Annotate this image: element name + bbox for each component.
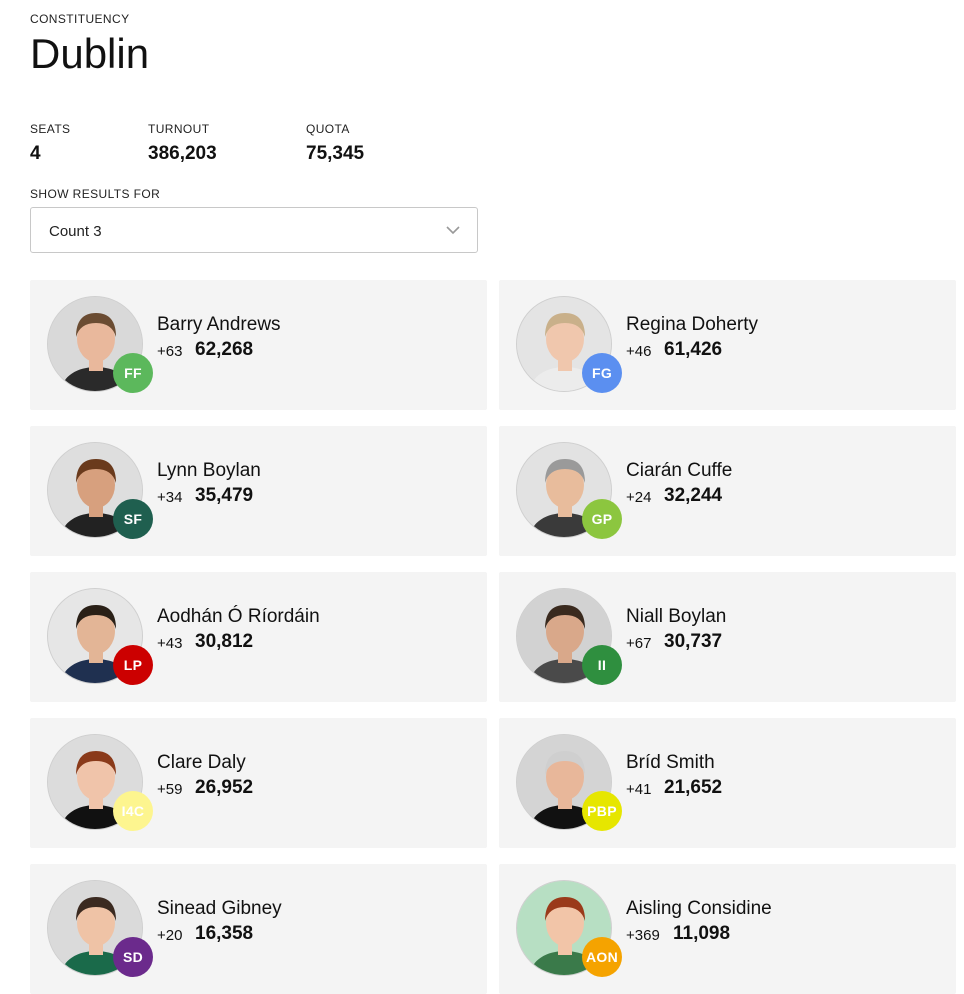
candidate-card[interactable]: PBP Bríd Smith +41 21,652 xyxy=(499,718,956,848)
count-select-value: Count 3 xyxy=(49,223,102,240)
stat-value: 75,345 xyxy=(306,143,365,164)
vote-total: 30,812 xyxy=(195,631,254,652)
candidate-card[interactable]: SF Lynn Boylan +34 35,479 xyxy=(30,426,487,556)
vote-change: +46 xyxy=(626,343,652,360)
stat-label: TURNOUT xyxy=(148,122,210,136)
candidate-name: Clare Daly xyxy=(157,752,246,773)
candidate-name: Bríd Smith xyxy=(626,752,715,773)
stat-label: QUOTA xyxy=(306,122,350,136)
vote-change: +67 xyxy=(626,635,652,652)
vote-total: 11,098 xyxy=(673,923,731,944)
candidate-name: Regina Doherty xyxy=(626,314,759,335)
candidate-name: Niall Boylan xyxy=(626,606,727,627)
vote-change: +59 xyxy=(157,781,183,798)
vote-change: +43 xyxy=(157,635,183,652)
vote-total: 61,426 xyxy=(664,339,723,360)
candidate-card[interactable]: II Niall Boylan +67 30,737 xyxy=(499,572,956,702)
vote-total: 62,268 xyxy=(195,339,254,360)
chevron-down-icon xyxy=(445,222,461,238)
stat-value: 4 xyxy=(30,143,41,164)
candidate-card[interactable]: AON Aisling Considine +369 11,098 xyxy=(499,864,956,994)
party-badge: AON xyxy=(582,937,622,977)
vote-change: +20 xyxy=(157,927,183,944)
candidate-name: Barry Andrews xyxy=(157,314,281,335)
candidate-card[interactable]: LP Aodhán Ó Ríordáin +43 30,812 xyxy=(30,572,487,702)
candidate-card[interactable]: FG Regina Doherty +46 61,426 xyxy=(499,280,956,410)
vote-total: 21,652 xyxy=(664,777,723,798)
party-badge: SF xyxy=(113,499,153,539)
party-badge: I4C xyxy=(113,791,153,831)
stat-label: SEATS xyxy=(30,122,71,136)
candidate-card[interactable]: I4C Clare Daly +59 26,952 xyxy=(30,718,487,848)
candidate-name: Sinead Gibney xyxy=(157,898,282,919)
party-badge: SD xyxy=(113,937,153,977)
count-select[interactable]: Count 3 xyxy=(30,207,478,253)
stat-value: 386,203 xyxy=(148,143,217,164)
party-badge: FG xyxy=(582,353,622,393)
party-badge: II xyxy=(582,645,622,685)
constituency-header: CONSTITUENCY Dublin xyxy=(30,12,149,78)
stat-quota: QUOTA 75,345 xyxy=(306,122,364,165)
vote-change: +41 xyxy=(626,781,652,798)
vote-total: 35,479 xyxy=(195,485,254,506)
vote-change: +34 xyxy=(157,489,183,506)
party-badge: GP xyxy=(582,499,622,539)
candidate-name: Aodhán Ó Ríordáin xyxy=(157,606,320,627)
candidate-card[interactable]: SD Sinead Gibney +20 16,358 xyxy=(30,864,487,994)
candidate-card[interactable]: FF Barry Andrews +63 62,268 xyxy=(30,280,487,410)
candidate-card[interactable]: GP Ciarán Cuffe +24 32,244 xyxy=(499,426,956,556)
party-badge: FF xyxy=(113,353,153,393)
candidate-name: Lynn Boylan xyxy=(157,460,261,481)
candidate-name: Aisling Considine xyxy=(626,898,772,919)
vote-total: 32,244 xyxy=(664,485,723,506)
vote-total: 30,737 xyxy=(664,631,723,652)
party-badge: PBP xyxy=(582,791,622,831)
vote-change: +24 xyxy=(626,489,652,506)
results-selector-label: SHOW RESULTS FOR xyxy=(30,187,161,201)
vote-total: 16,358 xyxy=(195,923,254,944)
vote-total: 26,952 xyxy=(195,777,254,798)
constituency-title: Dublin xyxy=(30,30,150,77)
stat-turnout: TURNOUT 386,203 xyxy=(148,122,217,165)
party-badge: LP xyxy=(113,645,153,685)
stat-seats: SEATS 4 xyxy=(30,122,70,165)
vote-change: +369 xyxy=(626,927,660,944)
candidate-name: Ciarán Cuffe xyxy=(626,460,733,481)
constituency-eyebrow: CONSTITUENCY xyxy=(30,12,130,26)
vote-change: +63 xyxy=(157,343,183,360)
